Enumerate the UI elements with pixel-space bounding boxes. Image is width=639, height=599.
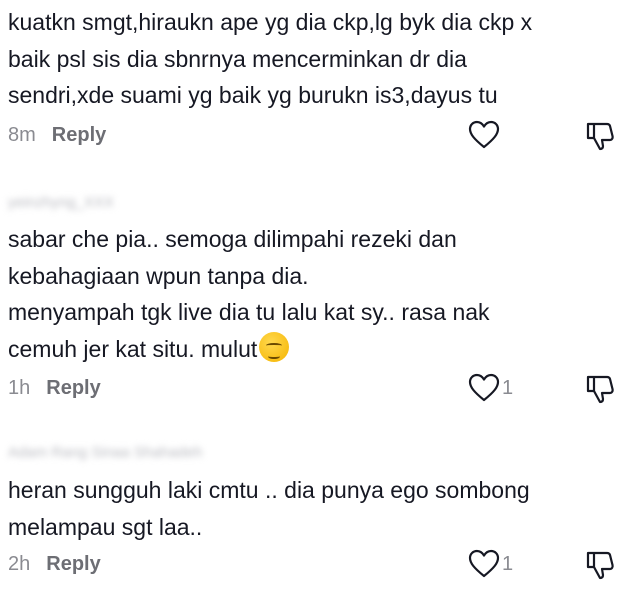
comment-item: yeinzhyng_XXX sabar che pia.. semoga dil… <box>0 180 639 420</box>
comment-text: kuatkn smgt,hiraukn ape yg dia ckp,lg by… <box>8 9 533 108</box>
comment-item: kuatkn smgt,hiraukn ape yg dia ckp,lg by… <box>0 0 639 170</box>
heart-outline-icon <box>468 373 500 402</box>
dislike-button[interactable] <box>585 549 615 586</box>
thumbs-down-outline-icon <box>586 375 614 404</box>
heart-outline-icon <box>468 120 500 149</box>
comment-item: Adam Rang Sinaa Shahadeh heran sungguh l… <box>0 430 639 599</box>
comment-text: heran sungguh laki cmtu .. dia punya ego… <box>8 477 530 540</box>
comment-meta: 8m Reply <box>8 124 106 147</box>
thumbs-down-outline-icon <box>586 122 614 151</box>
smirking-face-icon <box>259 332 290 363</box>
comment-time: 8m <box>8 124 36 146</box>
dislike-button[interactable] <box>585 373 615 410</box>
thumbs-down-outline-icon <box>586 551 614 580</box>
like-count: 1 <box>502 376 514 399</box>
comment-text: sabar che pia.. semoga dilimpahi rezeki … <box>8 221 608 367</box>
reply-button[interactable]: Reply <box>52 124 106 147</box>
heart-outline-icon <box>468 549 500 578</box>
comment-time: 1h <box>8 377 31 399</box>
comment-username[interactable]: Adam Rang Sinaa Shahadeh <box>8 444 202 461</box>
dislike-button[interactable] <box>585 120 615 157</box>
comment-username[interactable]: yeinzhyng_XXX <box>8 194 114 211</box>
comment-time: 2h <box>8 553 31 575</box>
comment-meta: 2h Reply <box>8 553 101 576</box>
comment-text-body: sabar che pia.. semoga dilimpahi rezeki … <box>8 226 490 362</box>
comment-meta: 1h Reply <box>8 377 101 400</box>
reply-button[interactable]: Reply <box>46 377 100 400</box>
like-count: 1 <box>502 552 514 575</box>
like-button[interactable] <box>468 120 500 150</box>
like-button[interactable]: 1 <box>468 373 513 403</box>
reply-button[interactable]: Reply <box>46 553 100 576</box>
like-button[interactable]: 1 <box>468 549 513 579</box>
